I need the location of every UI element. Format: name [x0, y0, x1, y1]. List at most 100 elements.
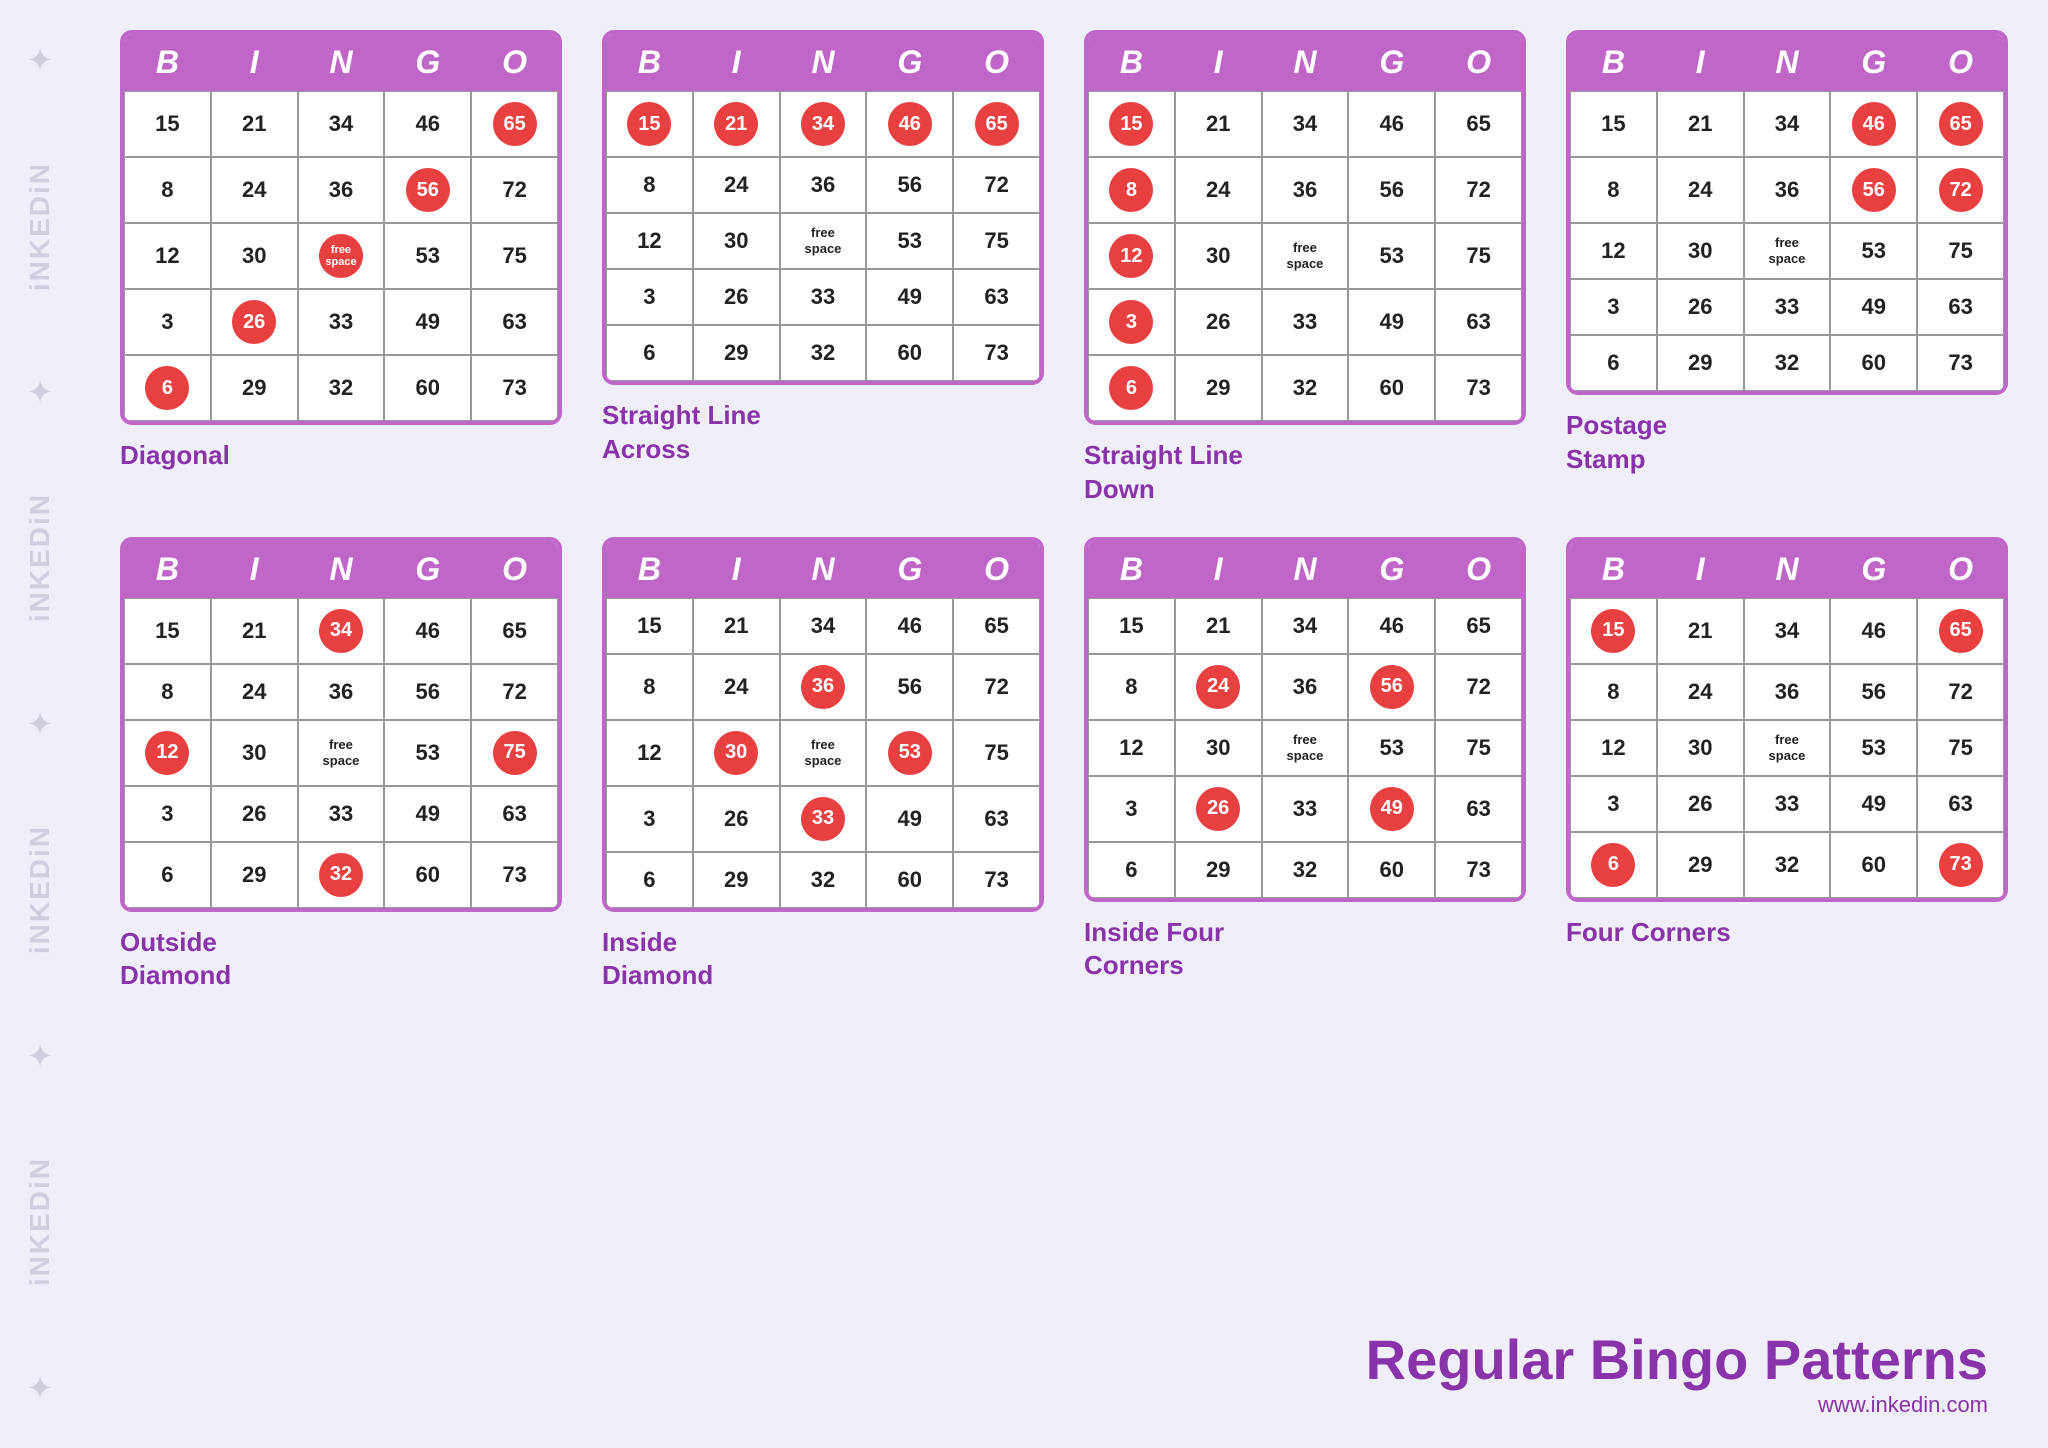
cell-r0-c0: 15: [606, 598, 693, 654]
cell-r2-c1: 30: [1657, 720, 1744, 776]
marked-circle-r3-c1: 26: [232, 300, 276, 344]
cell-r3-c1: 26: [1657, 776, 1744, 832]
cell-r0-c2: 34: [1744, 91, 1831, 157]
cell-r0-c0: 15: [1088, 91, 1175, 157]
cell-r3-c1: 26: [693, 786, 780, 852]
watermark-text-3: iNKEDiN: [24, 825, 56, 954]
header-letter-O: O: [1435, 541, 1522, 598]
bingo-card-outside-diamond: BINGO15213446658243656721230freespace537…: [120, 537, 562, 912]
cell-r2-c2: freespace: [780, 213, 867, 269]
cell-r0-c2: 34: [1262, 598, 1349, 654]
cell-r2-c4: 75: [1435, 223, 1522, 289]
cell-r0-c3: 46: [866, 91, 953, 157]
cell-r2-c4: 75: [953, 720, 1040, 786]
bingo-card-straight-line-down: BINGO15213446658243656721230freespace537…: [1084, 30, 1526, 425]
header-letter-O: O: [1435, 34, 1522, 91]
marked-circle-r0-c2: 34: [801, 102, 845, 146]
cell-r1-c4: 72: [471, 664, 558, 720]
cell-r4-c3: 60: [384, 355, 471, 421]
header-letter-B: B: [1088, 541, 1175, 598]
header-letter-B: B: [606, 541, 693, 598]
header-letter-B: B: [124, 34, 211, 91]
cell-r2-c0: 12: [1570, 720, 1657, 776]
cell-r1-c4: 72: [953, 157, 1040, 213]
marked-circle-r3-c0: 3: [1109, 300, 1153, 344]
cell-r1-c1: 24: [1657, 157, 1744, 223]
header-letter-N: N: [1262, 34, 1349, 91]
cell-r2-c0: 12: [1570, 223, 1657, 279]
cell-r4-c4: 73: [953, 325, 1040, 381]
cell-r2-c2: freespace: [298, 720, 385, 786]
header-letter-G: G: [1348, 541, 1435, 598]
marked-circle-r2-c0: 12: [1109, 234, 1153, 278]
cell-r2-c3: 53: [1830, 720, 1917, 776]
cell-r4-c3: 60: [866, 325, 953, 381]
header-letter-I: I: [1175, 541, 1262, 598]
cell-r3-c0: 3: [1088, 776, 1175, 842]
cell-r4-c3: 60: [1348, 842, 1435, 898]
cell-r0-c3: 46: [1830, 598, 1917, 664]
header-letter-B: B: [1570, 34, 1657, 91]
card-wrapper-diagonal: BINGO15213446658243656721230freespace537…: [120, 30, 562, 507]
cell-r4-c4: 73: [471, 355, 558, 421]
bingo-header-inside-diamond: BINGO: [606, 541, 1040, 598]
marked-circle-r0-c3: 46: [1852, 102, 1896, 146]
marked-circle-r0-c3: 46: [888, 102, 932, 146]
bingo-body-inside-diamond: 15213446658243656721230freespace53753263…: [606, 598, 1040, 908]
cell-r4-c4: 73: [471, 842, 558, 908]
cell-r0-c1: 21: [1175, 91, 1262, 157]
cell-r3-c1: 26: [693, 269, 780, 325]
header-letter-I: I: [693, 34, 780, 91]
cell-r0-c1: 21: [1657, 91, 1744, 157]
cell-r0-c2: 34: [1744, 598, 1831, 664]
cell-r3-c1: 26: [211, 289, 298, 355]
cell-r0-c4: 65: [1917, 91, 2004, 157]
watermark: ✦ iNKEDiN ✦ iNKEDiN ✦ iNKEDiN ✦ iNKEDiN …: [0, 0, 80, 1448]
card-wrapper-inside-four-corners: BINGO15213446658243656721230freespace537…: [1084, 537, 1526, 994]
header-letter-O: O: [471, 541, 558, 598]
marked-circle-r0-c0: 15: [1591, 609, 1635, 653]
bingo-header-straight-line-down: BINGO: [1088, 34, 1522, 91]
cell-r4-c4: 73: [1917, 335, 2004, 391]
cell-r2-c4: 75: [471, 720, 558, 786]
marked-circle-r2-c2: freespace: [319, 234, 363, 278]
cell-r3-c0: 3: [606, 786, 693, 852]
marked-circle-r2-c3: 53: [888, 731, 932, 775]
marked-circle-r1-c3: 56: [1370, 665, 1414, 709]
cell-r0-c4: 65: [1917, 598, 2004, 664]
watermark-icon-5: ✦: [27, 1369, 54, 1407]
cell-r0-c3: 46: [1348, 91, 1435, 157]
cell-r4-c3: 60: [1830, 832, 1917, 898]
cell-r1-c0: 8: [124, 157, 211, 223]
marked-circle-r2-c0: 12: [145, 731, 189, 775]
cell-r3-c1: 26: [1175, 776, 1262, 842]
cell-r2-c0: 12: [606, 720, 693, 786]
card-wrapper-postage-stamp: BINGO15213446658243656721230freespace537…: [1566, 30, 2008, 507]
header-letter-O: O: [1917, 541, 2004, 598]
cell-r0-c1: 21: [211, 598, 298, 664]
bingo-card-postage-stamp: BINGO15213446658243656721230freespace537…: [1566, 30, 2008, 395]
marked-circle-r3-c2: 33: [801, 797, 845, 841]
cell-r0-c0: 15: [1570, 598, 1657, 664]
cell-r1-c0: 8: [606, 157, 693, 213]
marked-circle-r0-c2: 34: [319, 609, 363, 653]
cell-r2-c1: 30: [693, 720, 780, 786]
marked-circle-r3-c3: 49: [1370, 787, 1414, 831]
cell-r4-c4: 73: [1917, 832, 2004, 898]
cell-r1-c1: 24: [1657, 664, 1744, 720]
cell-r0-c2: 34: [298, 598, 385, 664]
header-letter-N: N: [298, 541, 385, 598]
header-letter-N: N: [780, 541, 867, 598]
bingo-body-straight-line-down: 15213446658243656721230freespace53753263…: [1088, 91, 1522, 421]
cell-r1-c2: 36: [1744, 157, 1831, 223]
cell-r3-c0: 3: [124, 786, 211, 842]
marked-circle-r1-c4: 72: [1939, 168, 1983, 212]
cell-r2-c2: freespace: [298, 223, 385, 289]
cell-r1-c4: 72: [1917, 157, 2004, 223]
cell-r2-c3: 53: [1830, 223, 1917, 279]
header-letter-O: O: [953, 34, 1040, 91]
bingo-card-straight-line-across: BINGO15213446658243656721230freespace537…: [602, 30, 1044, 385]
cell-r3-c2: 33: [298, 786, 385, 842]
cell-r4-c2: 32: [1744, 832, 1831, 898]
cell-r0-c0: 15: [124, 598, 211, 664]
